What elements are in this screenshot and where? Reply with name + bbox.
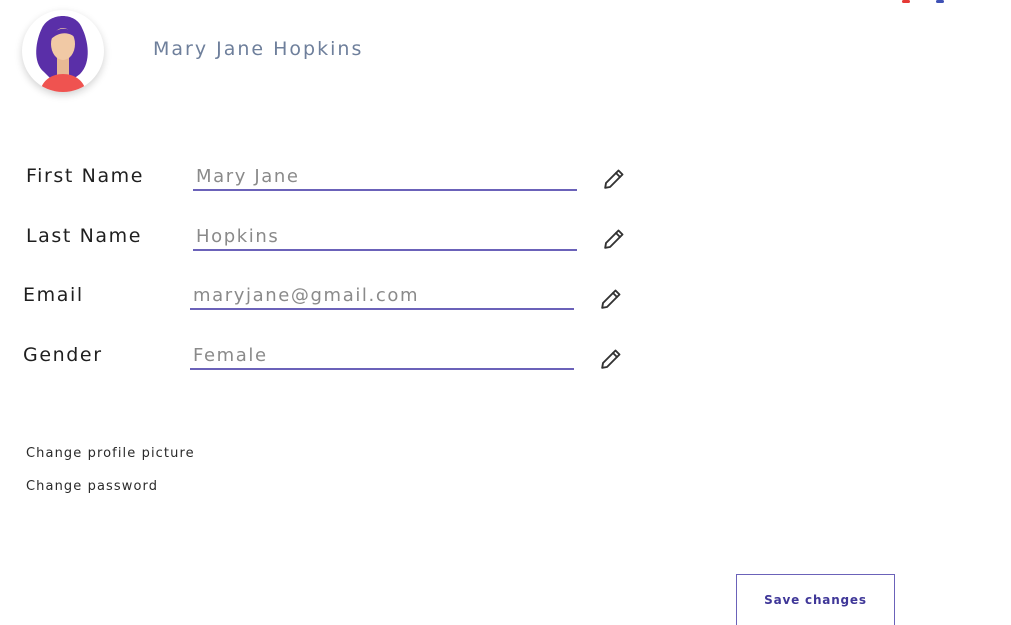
field-row-last-name: Last Name (0, 220, 700, 260)
edit-first-name-button[interactable] (601, 166, 627, 192)
email-label: Email (23, 284, 84, 306)
last-name-input[interactable] (193, 223, 577, 251)
first-name-input[interactable] (193, 163, 577, 191)
edit-last-name-button[interactable] (601, 226, 627, 252)
first-name-label: First Name (26, 165, 145, 187)
avatar (22, 10, 104, 92)
pencil-icon (604, 169, 624, 189)
save-changes-button[interactable]: Save changes (736, 574, 895, 625)
change-profile-picture-link[interactable]: Change profile picture (26, 446, 195, 461)
edit-email-button[interactable] (598, 286, 624, 312)
field-row-email: Email (0, 280, 700, 320)
pencil-icon (604, 229, 624, 249)
gender-input[interactable] (190, 342, 574, 370)
woman-avatar-icon (36, 16, 88, 92)
profile-name: Mary Jane Hopkins (153, 38, 364, 60)
field-row-gender: Gender (0, 340, 700, 380)
field-row-first-name: First Name (0, 160, 700, 200)
pencil-icon (601, 349, 621, 369)
profile-page: Mary Jane Hopkins First Name Last Name E… (0, 0, 1011, 625)
edit-gender-button[interactable] (598, 346, 624, 372)
last-name-label: Last Name (26, 225, 143, 247)
corner-decoration (902, 0, 944, 3)
pencil-icon (601, 289, 621, 309)
email-input[interactable] (190, 282, 574, 310)
gender-label: Gender (23, 344, 103, 366)
change-password-link[interactable]: Change password (26, 479, 158, 494)
